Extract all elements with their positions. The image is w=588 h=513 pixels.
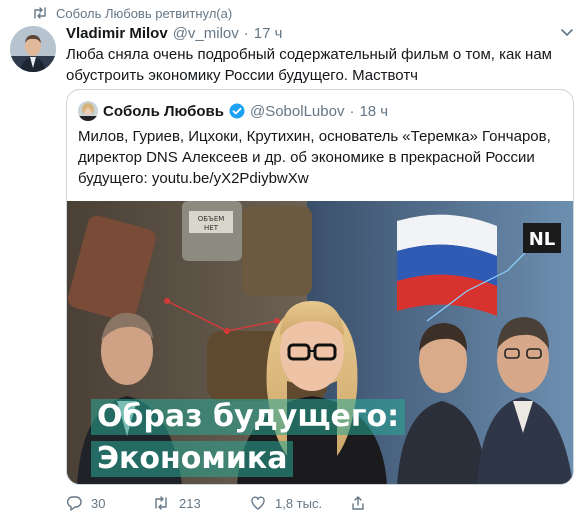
reply-button[interactable]: 30 xyxy=(66,495,126,511)
barrel-label-1: ОБЪЕМ xyxy=(198,215,225,223)
retweet-button[interactable]: 213 xyxy=(152,495,214,511)
share-button[interactable] xyxy=(350,495,366,511)
quoted-tweet[interactable]: Соболь Любовь @SobolLubov · 18 ч Милов, … xyxy=(66,89,574,485)
share-icon xyxy=(352,496,364,510)
verified-badge-icon xyxy=(229,103,245,119)
separator-dot: · xyxy=(243,24,249,42)
retweet-context: Соболь Любовь ретвитнул(а) xyxy=(22,4,232,22)
like-button[interactable]: 1,8 тыс. xyxy=(250,495,330,511)
like-icon xyxy=(251,496,265,510)
video-headline-line2: Экономика xyxy=(91,441,294,477)
retweet-icon xyxy=(155,496,167,510)
retweet-icon xyxy=(22,5,48,21)
quoted-header: Соболь Любовь @SobolLubov · 18 ч xyxy=(78,100,388,122)
quoted-author-avatar xyxy=(78,101,98,121)
quoted-author-handle[interactable]: @SobolLubov xyxy=(250,103,344,120)
reply-count: 30 xyxy=(91,495,106,511)
retweet-count: 213 xyxy=(179,495,201,511)
tweet-header: Vladimir Milov @v_milov · 17 ч xyxy=(66,23,282,43)
tweet-actions: 30 213 1,8 тыс. xyxy=(66,494,366,512)
video-headline-line1: Образ будущего: xyxy=(91,399,406,435)
author-avatar[interactable] xyxy=(10,26,56,72)
author-handle[interactable]: @v_milov xyxy=(173,25,239,42)
quoted-timestamp[interactable]: 18 ч xyxy=(359,103,388,120)
video-thumbnail[interactable]: ОБЪЕМ НЕТ NL Образ будущего: Экономика xyxy=(67,201,573,484)
nl-logo: NL xyxy=(529,229,556,250)
author-name[interactable]: Vladimir Milov xyxy=(66,25,168,42)
like-count: 1,8 тыс. xyxy=(275,495,323,511)
tweet-timestamp[interactable]: 17 ч xyxy=(254,25,283,42)
barrel-label-2: НЕТ xyxy=(204,224,219,232)
separator-dot: · xyxy=(349,102,355,120)
quoted-author-name[interactable]: Соболь Любовь xyxy=(103,103,224,120)
retweet-context-text[interactable]: Соболь Любовь ретвитнул(а) xyxy=(56,6,232,21)
tweet-text: Люба сняла очень подробный содержательны… xyxy=(66,46,552,84)
chevron-down-icon[interactable] xyxy=(558,26,576,40)
quoted-tweet-text: Милов, Гуриев, Ицхоки, Крутихин, основат… xyxy=(78,128,551,187)
reply-icon xyxy=(66,496,82,511)
